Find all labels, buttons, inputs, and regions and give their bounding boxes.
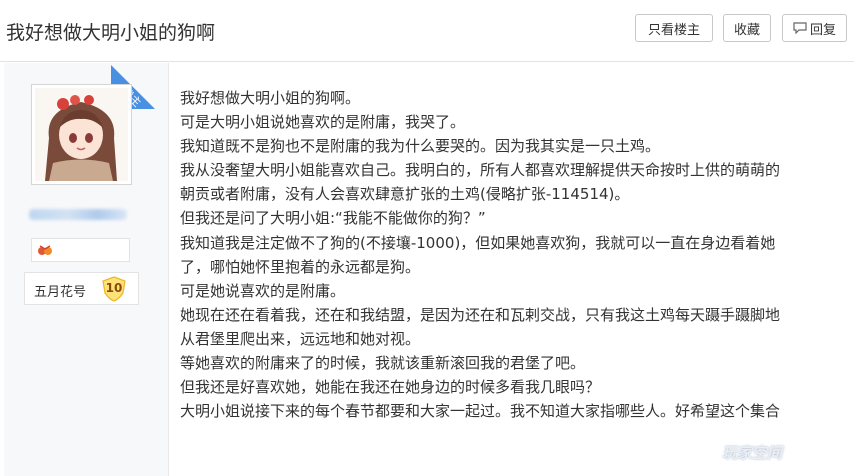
- thread-title: 我好想做大明小姐的狗啊: [6, 22, 216, 44]
- post-line: 等她喜欢的附庸来了的时候，我就该重新滚回我的君堡了吧。: [180, 354, 586, 373]
- reply-label: 回复: [809, 22, 836, 38]
- post-line: 可是她说喜欢的是附庸。: [180, 281, 346, 300]
- badge-row: [31, 238, 130, 262]
- only-op-button[interactable]: 只看楼主: [635, 14, 713, 42]
- watermark: 玩家空间: [722, 444, 783, 462]
- reply-button[interactable]: 回复: [782, 14, 847, 42]
- favorite-button[interactable]: 收藏: [723, 14, 771, 42]
- post-line: 她现在还在看着我，还在和我结盟，是因为还在和瓦剌交战，只有我这土鸡每天蹑手蹑脚地: [180, 305, 781, 324]
- post-line: 可是大明小姐说她喜欢的是附庸，我哭了。: [180, 113, 466, 132]
- level-name: 五月花号: [34, 285, 87, 300]
- post-line: 但我还是问了大明小姐:“我能不能做你的狗？”: [180, 209, 486, 228]
- reply-icon: [793, 22, 807, 34]
- post-line: 我从没奢望大明小姐能喜欢自己。我明白的，所有人都喜欢理解提供天命按时上供的萌萌的: [180, 161, 781, 180]
- level-number: 10: [105, 281, 123, 295]
- username-blurred[interactable]: [29, 209, 127, 220]
- post-line: 我知道既不是狗也不是附庸的我为什么要哭的。因为我其实是一只土鸡。: [180, 137, 661, 156]
- level-box: 五月花号 10: [24, 272, 139, 305]
- thread-header: 我好想做大明小姐的狗啊 只看楼主 收藏 回复: [0, 0, 854, 62]
- post-line: 我好想做大明小姐的狗啊。: [180, 89, 361, 107]
- post-line: 但我还是好喜欢她，她能在我还在她身边的时候多看我几眼吗？: [180, 378, 601, 397]
- post-line: 了，哪怕她怀里抱着的永远都是狗。: [180, 257, 421, 276]
- badge-icon: [38, 245, 52, 255]
- post-line: 朝贡或者附庸，没有人会喜欢肆意扩张的土鸡(侵略扩张-114514)。: [180, 185, 630, 204]
- post-line: 我知道我是注定做不了狗的(不接壤-1000)，但如果她喜欢狗，我就可以一直在身边…: [180, 233, 776, 252]
- avatar-image: [35, 88, 128, 181]
- post-content: 我好想做大明小姐的狗啊。 可是大明小姐说她喜欢的是附庸，我哭了。 我知道既不是狗…: [180, 86, 852, 423]
- post-line: 从君堡里爬出来，远远地和她对视。: [180, 329, 421, 348]
- avatar[interactable]: [31, 84, 132, 185]
- post-line: 大明小姐说接下来的每个春节都要和大家一起过。我不知道大家指哪些人。好希望这个集合: [180, 402, 781, 421]
